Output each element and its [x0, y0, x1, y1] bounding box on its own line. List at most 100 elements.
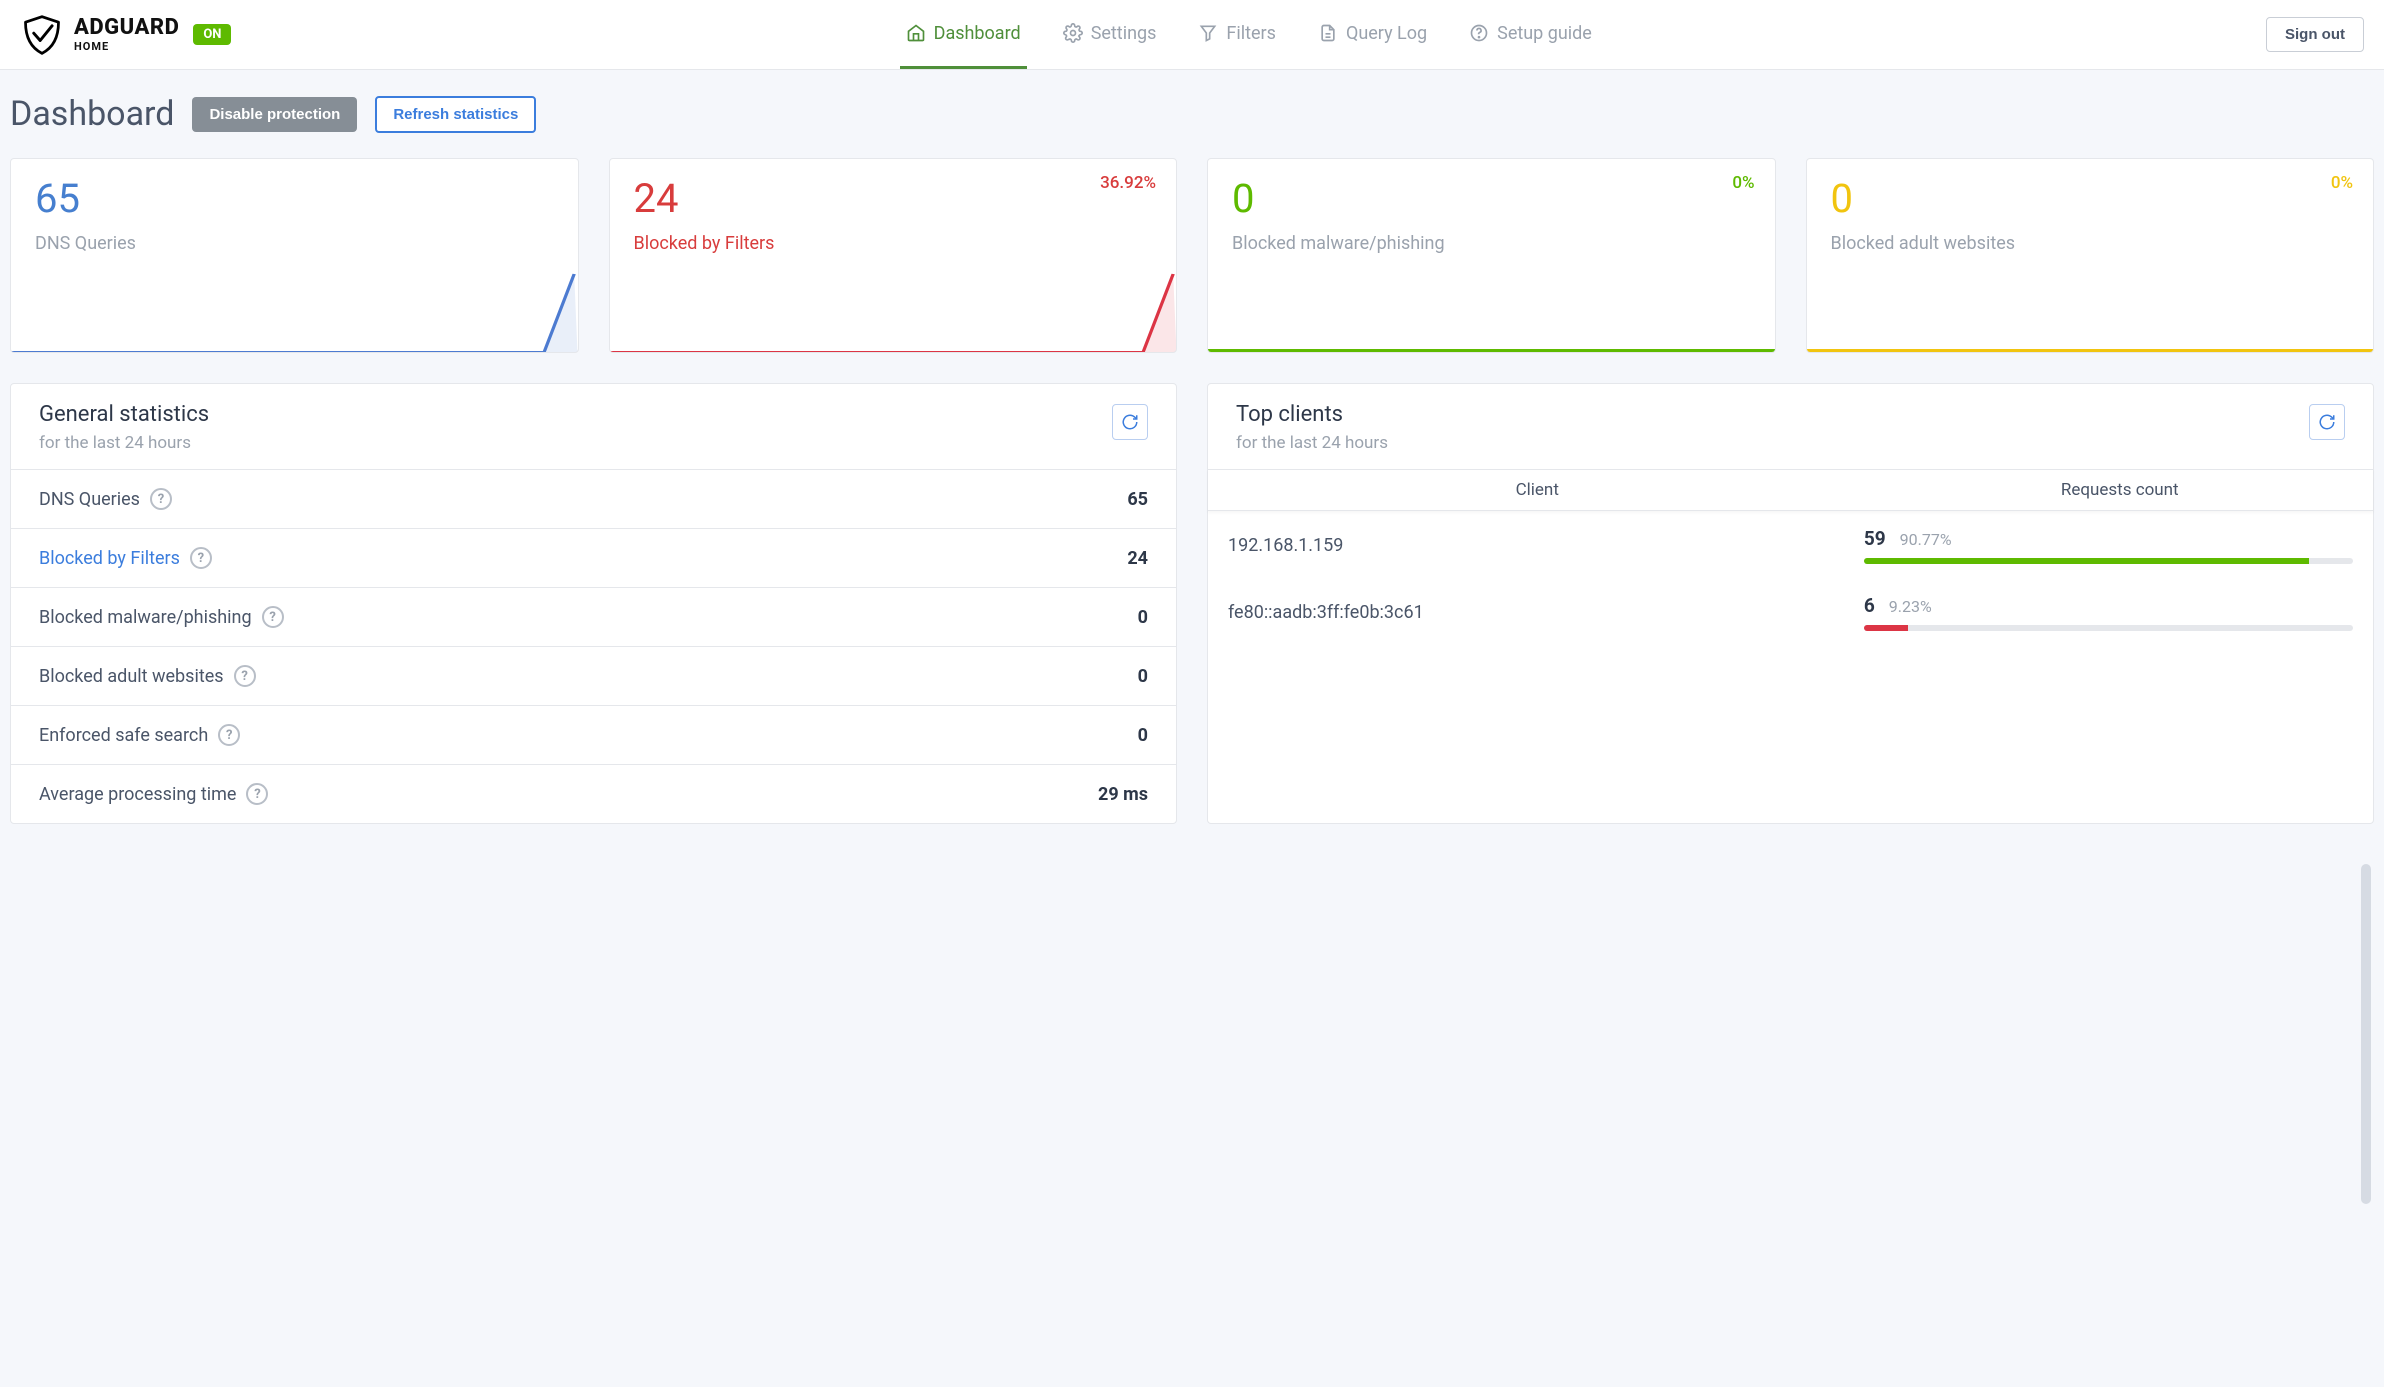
- panel-subtitle: for the last 24 hours: [1236, 433, 1388, 453]
- progress-bar-fill: [1864, 558, 2309, 564]
- stat-label: DNS Queries: [35, 233, 554, 254]
- stat-label: Blocked malware/phishing: [1232, 233, 1751, 254]
- request-count: 59: [1864, 527, 1886, 550]
- disable-protection-button[interactable]: Disable protection: [192, 97, 357, 132]
- stat-cards-row: 65 DNS Queries 36.92% 24 Blocked by Filt…: [10, 158, 2374, 353]
- refresh-panel-button[interactable]: [1112, 404, 1148, 440]
- stat-card-dns-queries[interactable]: 65 DNS Queries: [10, 158, 579, 353]
- refresh-icon: [1121, 413, 1139, 431]
- stat-label: Blocked by Filters: [634, 233, 1153, 254]
- nav-filters[interactable]: Filters: [1192, 0, 1282, 69]
- column-header-requests: Requests count: [1866, 470, 2373, 510]
- stat-row[interactable]: Blocked by Filters? 24: [11, 528, 1176, 587]
- sparkline: [11, 272, 578, 352]
- general-statistics-panel: General statistics for the last 24 hours…: [10, 383, 1177, 824]
- lower-columns: General statistics for the last 24 hours…: [10, 383, 2374, 824]
- nav-label: Settings: [1091, 23, 1157, 44]
- help-icon[interactable]: ?: [246, 783, 268, 805]
- stat-row: Average processing time? 29 ms: [11, 764, 1176, 823]
- stat-row-value: 0: [1138, 725, 1148, 746]
- request-count: 6: [1864, 594, 1875, 617]
- sparkline: [610, 272, 1177, 352]
- stat-percent: 0%: [1732, 173, 1754, 193]
- panel-title: General statistics: [39, 402, 209, 427]
- document-icon: [1318, 23, 1338, 43]
- top-clients-panel: Top clients for the last 24 hours Client…: [1207, 383, 2374, 824]
- progress-bar: [1864, 625, 2353, 631]
- refresh-statistics-button[interactable]: Refresh statistics: [375, 96, 536, 133]
- stat-row: DNS Queries? 65: [11, 469, 1176, 528]
- column-header-client: Client: [1208, 470, 1866, 510]
- refresh-icon: [2318, 413, 2336, 431]
- help-icon[interactable]: ?: [150, 488, 172, 510]
- logo: ADGUARD HOME: [20, 13, 179, 57]
- stat-percent: 36.92%: [1100, 173, 1156, 193]
- nav-query-log[interactable]: Query Log: [1312, 0, 1433, 69]
- stat-label: Blocked adult websites: [1831, 233, 2350, 254]
- progress-bar: [1864, 558, 2353, 564]
- app-header: ADGUARD HOME ON Dashboard Settings Filte…: [0, 0, 2384, 70]
- nav-dashboard[interactable]: Dashboard: [900, 0, 1027, 69]
- help-circle-icon: [1469, 23, 1489, 43]
- stat-row-value: 65: [1127, 489, 1148, 510]
- stat-card-blocked-malware[interactable]: 0% 0 Blocked malware/phishing: [1207, 158, 1776, 353]
- stat-value: 65: [35, 179, 554, 219]
- stat-row-value: 0: [1138, 607, 1148, 628]
- stat-row-value: 0: [1138, 666, 1148, 687]
- brand-title: ADGUARD: [74, 17, 179, 39]
- gear-icon: [1063, 23, 1083, 43]
- sign-out-button[interactable]: Sign out: [2266, 17, 2364, 52]
- panel-title: Top clients: [1236, 402, 1388, 427]
- top-client-row[interactable]: fe80::aadb:3ff:fe0b:3c616 9.23%: [1208, 578, 2373, 645]
- top-client-row[interactable]: 192.168.1.15959 90.77%: [1208, 511, 2373, 578]
- help-icon[interactable]: ?: [190, 547, 212, 569]
- stat-row: Enforced safe search? 0: [11, 705, 1176, 764]
- nav-label: Query Log: [1346, 23, 1427, 44]
- nav-label: Filters: [1226, 23, 1276, 44]
- filter-icon: [1198, 23, 1218, 43]
- stat-row-label: Blocked malware/phishing: [39, 607, 252, 628]
- brand-subtitle: HOME: [74, 41, 179, 52]
- card-underline: [1208, 349, 1775, 352]
- page-title: Dashboard: [10, 94, 174, 134]
- request-percent: 9.23%: [1889, 597, 1932, 616]
- refresh-panel-button[interactable]: [2309, 404, 2345, 440]
- stat-row: Blocked adult websites? 0: [11, 646, 1176, 705]
- stat-row-label: DNS Queries: [39, 489, 140, 510]
- top-clients-header-row: Client Requests count: [1208, 469, 2373, 511]
- panel-subtitle: for the last 24 hours: [39, 433, 209, 453]
- stat-value: 0: [1232, 179, 1751, 219]
- request-percent: 90.77%: [1900, 530, 1952, 549]
- stat-card-blocked-filters[interactable]: 36.92% 24 Blocked by Filters: [609, 158, 1178, 353]
- nav-settings[interactable]: Settings: [1057, 0, 1163, 69]
- help-icon[interactable]: ?: [218, 724, 240, 746]
- nav-label: Setup guide: [1497, 23, 1592, 44]
- stat-row-value: 24: [1127, 548, 1148, 569]
- client-address: 192.168.1.159: [1228, 535, 1864, 556]
- protection-status-badge: ON: [193, 24, 231, 45]
- main-nav: Dashboard Settings Filters Query Log Set…: [900, 0, 1598, 69]
- stat-row-label: Enforced safe search: [39, 725, 208, 746]
- stat-percent: 0%: [2331, 173, 2353, 193]
- help-icon[interactable]: ?: [262, 606, 284, 628]
- nav-setup-guide[interactable]: Setup guide: [1463, 0, 1598, 69]
- home-icon: [906, 23, 926, 43]
- progress-bar-fill: [1864, 625, 1908, 631]
- scrollbar[interactable]: [2361, 864, 2371, 1204]
- client-address: fe80::aadb:3ff:fe0b:3c61: [1228, 602, 1864, 623]
- stat-value: 0: [1831, 179, 2350, 219]
- shield-logo-icon: [20, 13, 64, 57]
- stat-row-label: Blocked by Filters: [39, 548, 180, 569]
- help-icon[interactable]: ?: [234, 665, 256, 687]
- page-body: Dashboard Disable protection Refresh sta…: [0, 70, 2384, 834]
- stat-row-value: 29 ms: [1098, 784, 1148, 805]
- brand: ADGUARD HOME ON: [20, 13, 231, 57]
- stat-row: Blocked malware/phishing? 0: [11, 587, 1176, 646]
- card-underline: [1807, 349, 2374, 352]
- nav-label: Dashboard: [934, 23, 1021, 44]
- page-heading-row: Dashboard Disable protection Refresh sta…: [10, 94, 2374, 134]
- top-clients-body: 192.168.1.15959 90.77%fe80::aadb:3ff:fe0b…: [1208, 511, 2373, 821]
- stat-card-blocked-adult[interactable]: 0% 0 Blocked adult websites: [1806, 158, 2375, 353]
- stat-row-label: Blocked adult websites: [39, 666, 224, 687]
- stat-row-label: Average processing time: [39, 784, 236, 805]
